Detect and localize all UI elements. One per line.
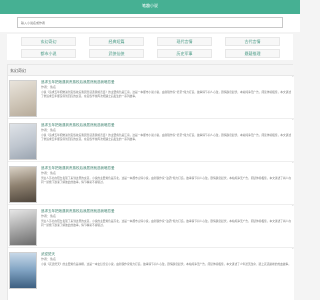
book-title[interactable]: 追求五年把她逼到贵族校后我居然就选我暗恋爱 xyxy=(41,80,291,85)
book-author: 作者：佚名 xyxy=(41,257,57,261)
book-cover[interactable] xyxy=(9,166,37,203)
book-intro: 小说《追求五年把她逼到贵族校后我居然就选我暗恋爱》的主要角色是江南，这是一本都市… xyxy=(41,90,292,99)
cover-image xyxy=(10,167,36,202)
book-item[interactable]: 追求五年把她逼到贵族校后我居然就选我暗恋爱 作者：佚名 男主人苏北在阳台发现了来… xyxy=(8,163,294,205)
nav-item-xuanyi[interactable]: 悬疑推理 xyxy=(225,49,280,58)
book-cover[interactable] xyxy=(9,123,37,160)
book-title[interactable]: 追求五年把她逼到贵族校后我居然就选我暗恋爱 xyxy=(41,166,291,171)
search-input[interactable] xyxy=(17,17,283,28)
book-title[interactable]: 武逆焚天 xyxy=(41,252,291,257)
cover-image xyxy=(10,253,36,288)
book-intro: 小说《追求五年把她逼到贵族校后我居然就选我暗恋爱》的主要角色是江南，这是一本都市… xyxy=(41,133,292,142)
book-item[interactable]: 武逆焚天 作者：佚名 小说《武逆焚天》的主要角色是林枫，这是一本玄幻奇幻小说，由… xyxy=(8,249,294,300)
nav-item-duanpian[interactable]: 经典短篇 xyxy=(89,37,144,46)
section-title: 玄幻奇幻 xyxy=(10,68,26,73)
site-header: 笔趣小说 xyxy=(0,0,300,14)
search-bar xyxy=(0,14,300,32)
cover-image xyxy=(10,124,36,159)
book-author: 作者：佚名 xyxy=(41,85,57,89)
nav-item-gudai[interactable]: 古代言情 xyxy=(225,37,280,46)
nav-item-xiandai[interactable]: 现代言情 xyxy=(157,37,212,46)
nav-item-dushi[interactable]: 都市小说 xyxy=(21,49,76,58)
book-intro: 小说《武逆焚天》的主要角色是林枫，这是一本玄幻奇幻小说，由新锐作家倾力打造，故事… xyxy=(41,262,291,266)
book-title[interactable]: 追求五年把她逼到贵族校后我居然就选我暗恋爱 xyxy=(41,123,291,128)
book-item[interactable]: 追求五年把她逼到贵族校后我居然就选我暗恋爱 作者：佚名 小说《追求五年把她逼到贵… xyxy=(8,77,294,119)
book-author: 作者：佚名 xyxy=(41,128,57,132)
book-intro: 男主人苏北在阳台发现了来到这里的女孩，小说的主要角色是苏北，这是一本都市言情小说… xyxy=(41,176,292,185)
nav-item-lishi[interactable]: 历史军事 xyxy=(157,49,212,58)
nav-item-xuanhuan[interactable]: 玄幻奇幻 xyxy=(21,37,76,46)
book-list-section: 玄幻奇幻 追求五年把她逼到贵族校后我居然就选我暗恋爱 作者：佚名 小说《追求五年… xyxy=(7,64,294,300)
book-cover[interactable] xyxy=(9,209,37,246)
book-item[interactable]: 追求五年把她逼到贵族校后我居然就选我暗恋爱 作者：佚名 小说《追求五年把她逼到贵… xyxy=(8,120,294,162)
book-cover[interactable] xyxy=(9,80,37,117)
category-nav: 玄幻奇幻 经典短篇 现代言情 古代言情 都市小说 武侠仙侠 历史军事 悬疑推理 xyxy=(7,34,293,60)
section-header: 玄幻奇幻 xyxy=(8,65,294,76)
cover-image xyxy=(10,81,36,116)
book-intro: 男主人苏北在阳台发现了来到这里的女孩，小说的主要角色是苏北，这是一本都市言情小说… xyxy=(41,219,292,228)
site-title[interactable]: 笔趣小说 xyxy=(0,3,300,9)
book-author: 作者：佚名 xyxy=(41,171,57,175)
book-title[interactable]: 追求五年把她逼到贵族校后我居然就选我暗恋爱 xyxy=(41,209,291,214)
book-author: 作者：佚名 xyxy=(41,214,57,218)
book-item[interactable]: 追求五年把她逼到贵族校后我居然就选我暗恋爱 作者：佚名 男主人苏北在阳台发现了来… xyxy=(8,206,294,248)
cover-image xyxy=(10,210,36,245)
book-cover[interactable] xyxy=(9,252,37,289)
nav-item-wuxia[interactable]: 武侠仙侠 xyxy=(89,49,144,58)
